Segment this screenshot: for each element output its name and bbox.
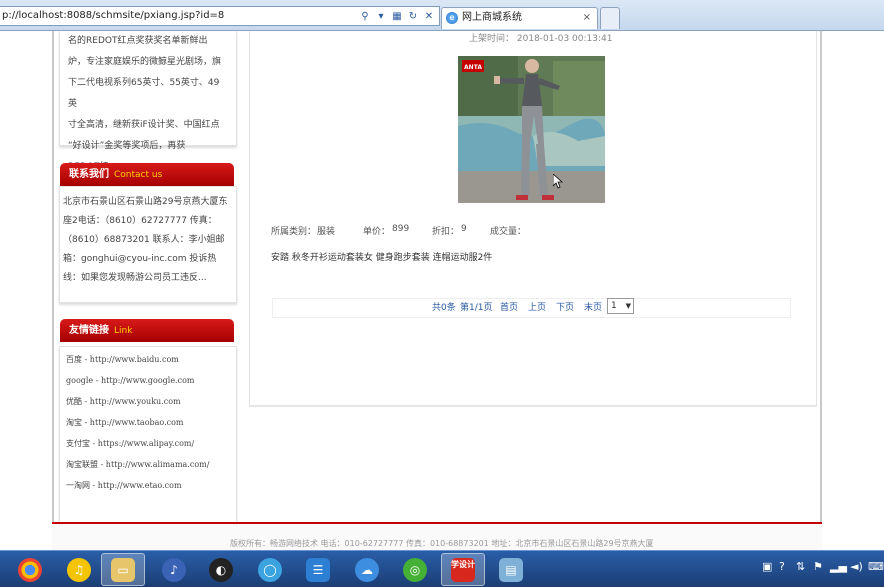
keyboard-icon[interactable]: ⌨ [868, 560, 884, 573]
footer: 版权所有：畅游网络技术 电话：010-62727777 传真：010-68873… [52, 524, 822, 550]
discount-value: 9 [461, 224, 467, 234]
link-item[interactable]: 淘宝 - http://www.taobao.com [66, 412, 230, 433]
discount-label: 折扣： [432, 227, 460, 237]
network-icon[interactable]: ▣ [762, 560, 772, 573]
product-photo[interactable]: ANTA [458, 56, 605, 203]
contact-title-en: Contact us [114, 170, 163, 180]
music-icon[interactable]: ♫ [57, 553, 101, 586]
search-icon[interactable]: ⚲ [359, 8, 371, 25]
category-label: 所属类别： [271, 227, 317, 237]
chrome-icon[interactable] [8, 553, 52, 586]
dropdown-icon[interactable]: ▾ [375, 8, 387, 25]
publish-time-label: 上架时间： [469, 34, 515, 44]
explorer-icon[interactable]: ▭ [101, 553, 145, 586]
design-icon[interactable]: 学设计 [441, 553, 485, 586]
360-icon[interactable]: ◎ [393, 553, 437, 586]
contact-box: 北京市石景山区石景山路29号京燕大厦东座2电话：（8610）62727777 传… [59, 186, 237, 303]
pager-prev-link[interactable]: 上页 [528, 299, 546, 317]
link-item[interactable]: 一淘网 - http://www.etao.com [66, 475, 230, 496]
usb-icon[interactable]: ⇅ [796, 560, 805, 573]
pager-next-link[interactable]: 下页 [556, 299, 574, 317]
browser-icon[interactable]: ◯ [248, 553, 292, 586]
help-icon[interactable]: ? [779, 560, 785, 573]
intro-line: “好设计”金奖等奖项后，再获 [68, 141, 186, 151]
pager-first-link[interactable]: 首页 [500, 299, 518, 317]
links-list: 百度 - http://www.baidu.com google - http:… [59, 346, 237, 537]
address-actions: ⚲ ▾ ▦ ↻ ✕ [359, 8, 435, 25]
intro-line: 寸全高清，继新获iF设计奖、中国红点 [68, 120, 220, 130]
right-frame-border [820, 31, 822, 550]
publish-time: 上架时间： 2018-01-03 00:13:41 [469, 31, 612, 44]
address-bar[interactable]: p://localhost:8088/schmsite/pxiang.jsp?i… [0, 6, 440, 26]
left-frame-border [52, 31, 54, 550]
deal-label: 成交量： [490, 227, 527, 237]
signal-icon[interactable]: ▂▄ [830, 560, 847, 573]
links-title: 友情链接 [69, 325, 109, 336]
link-item[interactable]: 支付宝 - https://www.alipay.com/ [66, 433, 230, 454]
page-select[interactable]: 1 ▼ [607, 298, 634, 314]
qq-icon[interactable]: ◐ [199, 553, 243, 586]
price-value: 899 [392, 224, 410, 234]
taskbar: ♫ ▭ ♪ ◐ ◯ ☰ ☁ ◎ 学设计 ▤ ▣ ? ⇅ ⚑ ▂▄ ◄) ⌨ [0, 550, 884, 587]
pager-current: 第1/1页 [460, 303, 493, 313]
product-detail: 上架时间： 2018-01-03 00:13:41 ANTA 所属类别： 服装 … [249, 31, 817, 407]
links-title-en: Link [114, 326, 133, 336]
intro-line: 名的REDOT红点奖获奖名单新鲜出 [68, 36, 208, 46]
contact-header: 联系我们 Contact us [60, 163, 234, 186]
volume-icon[interactable]: ◄) [850, 560, 863, 573]
footer-text: 版权所有：畅游网络技术 电话：010-62727777 传真：010-68873… [230, 539, 654, 548]
category-value: 服装 [317, 227, 336, 237]
contact-text: 北京市石景山区石景山路29号京燕大厦东座2电话：（8610）62727777 传… [63, 197, 228, 283]
new-tab-button[interactable] [600, 7, 620, 29]
link-item[interactable]: google - http://www.google.com [66, 370, 230, 391]
news-intro-box: 名的REDOT红点奖获奖名单新鲜出 炉，专注家庭娱乐的微鲸星光剧场，旗 下二代电… [59, 31, 237, 172]
intro-line: 炉，专注家庭娱乐的微鲸星光剧场，旗 [68, 57, 222, 67]
publish-time-value: 2018-01-03 00:13:41 [516, 34, 613, 44]
app-grid-icon[interactable]: ☰ [296, 553, 340, 586]
pager-last-link[interactable]: 末页 [584, 299, 602, 317]
intro-line: 下二代电视系列65英寸、55英寸、49英 [68, 78, 220, 109]
flag-icon[interactable]: ⚑ [813, 560, 823, 573]
product-photo-image: ANTA [458, 56, 605, 203]
tab-close-icon[interactable]: × [583, 8, 591, 28]
address-text: p://localhost:8088/schmsite/pxiang.jsp?i… [2, 10, 225, 21]
compat-icon[interactable]: ▦ [391, 8, 403, 25]
chevron-down-icon: ▼ [625, 302, 631, 310]
link-item[interactable]: 淘宝联盟 - http://www.alimama.com/ [66, 454, 230, 475]
price-label: 单价： [363, 227, 391, 237]
browser-titlebar: p://localhost:8088/schmsite/pxiang.jsp?i… [0, 0, 884, 31]
baidu-cloud-icon[interactable]: ☁ [345, 553, 389, 586]
pager-total: 共0条 [432, 303, 456, 313]
tab-title: 网上商城系统 [462, 12, 522, 23]
page-select-value: 1 [611, 301, 617, 311]
page-content: 名的REDOT红点奖获奖名单新鲜出 炉，专注家庭娱乐的微鲸星光剧场，旗 下二代电… [0, 31, 884, 550]
itunes-icon[interactable]: ♪ [152, 553, 196, 586]
notes-icon[interactable]: ▤ [489, 553, 533, 586]
mouse-cursor-icon [553, 174, 563, 189]
system-tray: ▣ ? ⇅ ⚑ ▂▄ ◄) ⌨ [760, 555, 884, 583]
contact-title: 联系我们 [69, 169, 109, 180]
product-name: 安踏 秋冬开衫运动套装女 健身跑步套装 连帽运动服2件 [271, 253, 493, 263]
link-item[interactable]: 百度 - http://www.baidu.com [66, 349, 230, 370]
close-icon[interactable]: ✕ [423, 8, 435, 25]
ie-icon: e [446, 12, 458, 24]
links-header: 友情链接 Link [60, 319, 234, 342]
brand-logo: ANTA [464, 64, 482, 71]
link-item[interactable]: 优酷 - http://www.youku.com [66, 391, 230, 412]
pagination: 共0条 第1/1页 首页 上页 下页 末页 1 ▼ [272, 298, 791, 318]
refresh-icon[interactable]: ↻ [407, 8, 419, 25]
browser-tab[interactable]: e 网上商城系统 × [441, 7, 598, 29]
